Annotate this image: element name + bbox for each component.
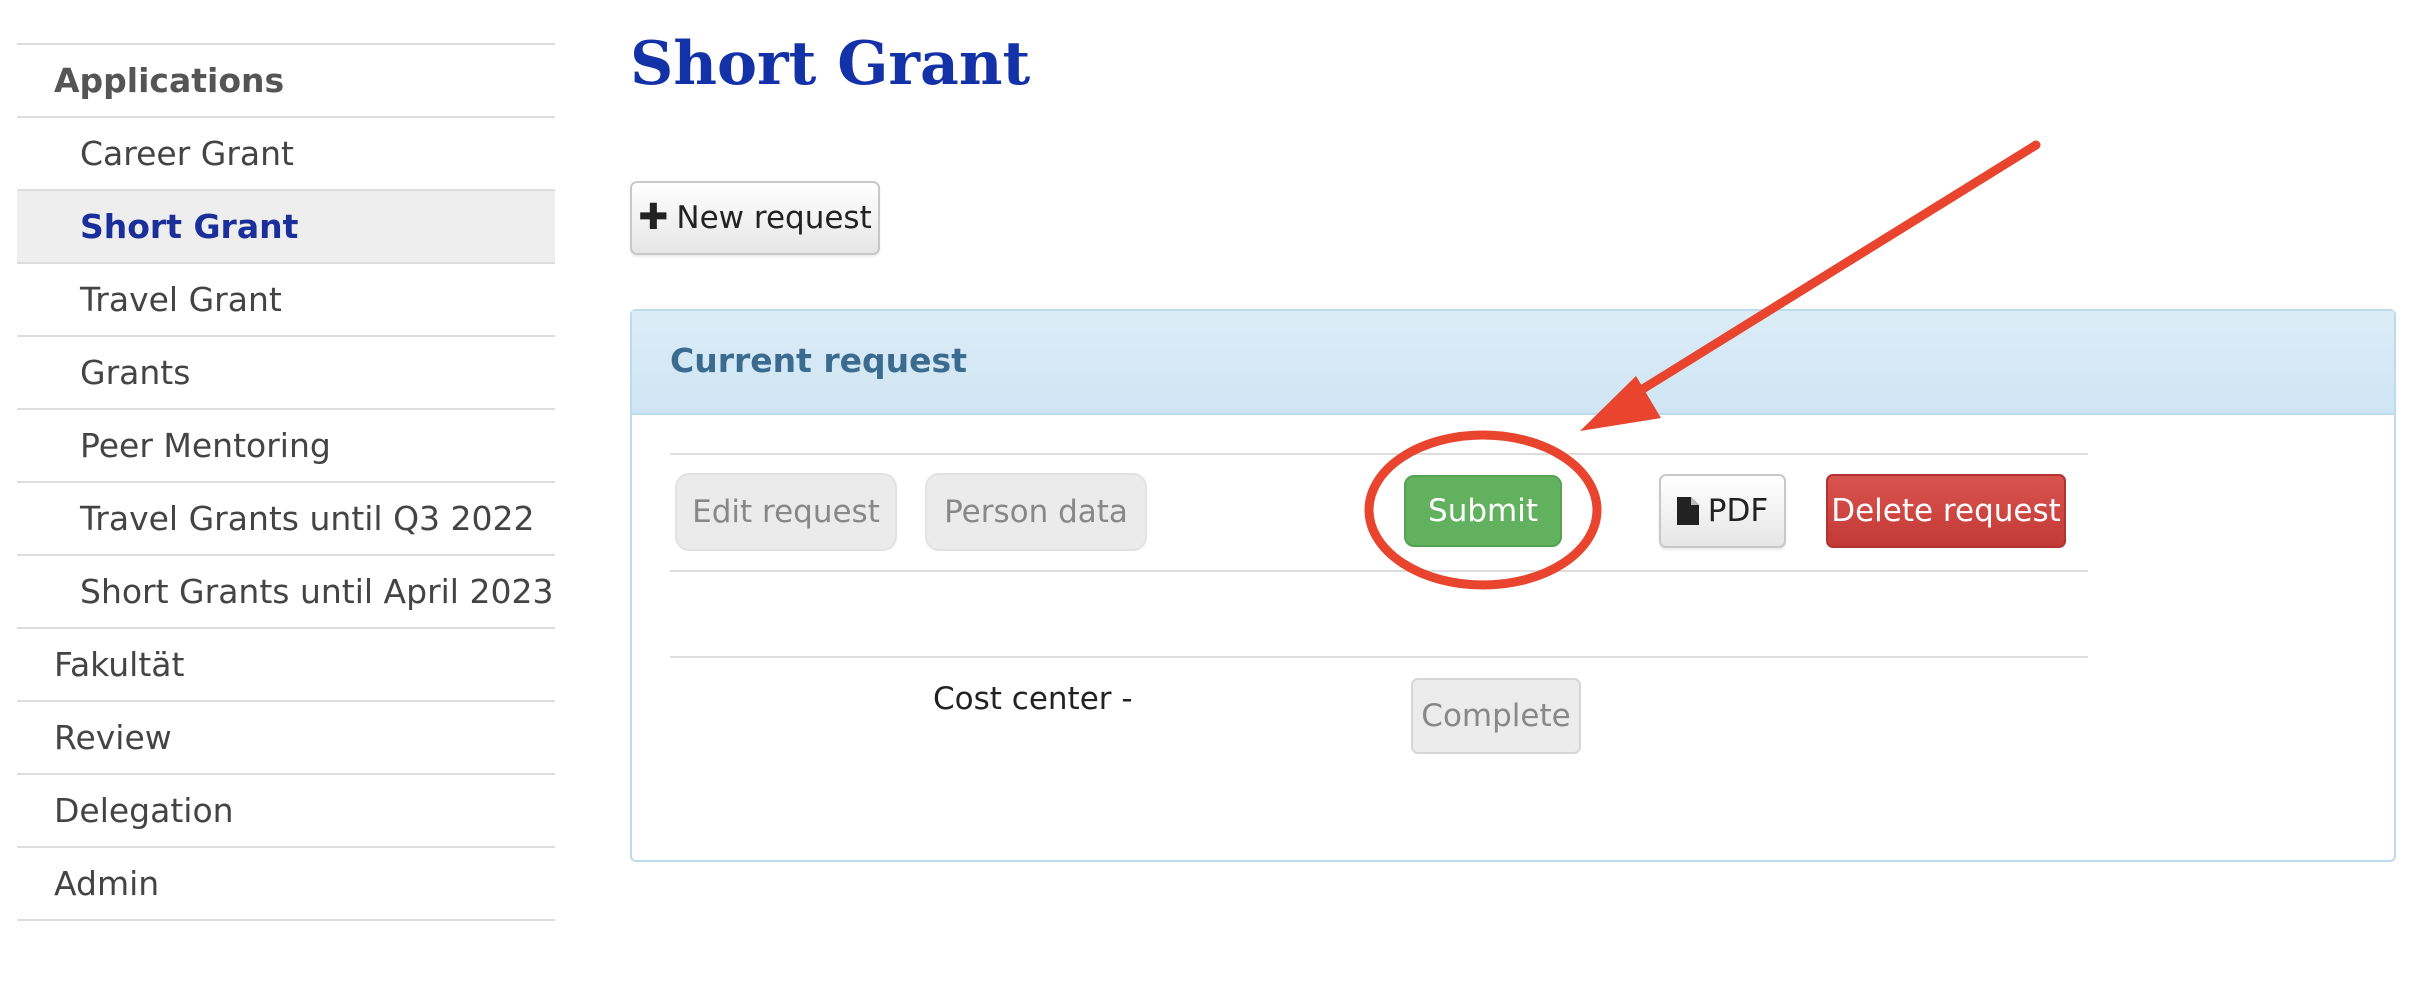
divider [670, 453, 2088, 455]
sidebar-item-travel-grant[interactable]: Travel Grant [17, 264, 555, 337]
current-request-panel: Current request Edit request Person data… [630, 309, 2396, 862]
pdf-label: PDF [1707, 493, 1769, 529]
new-request-button[interactable]: ✚ New request [630, 181, 880, 255]
pdf-button[interactable]: PDF [1659, 474, 1786, 548]
sidebar-item-delegation[interactable]: Delegation [17, 775, 555, 848]
divider [670, 570, 2088, 572]
sidebar-item-review[interactable]: Review [17, 702, 555, 775]
sidebar-item-career-grant[interactable]: Career Grant [17, 118, 555, 191]
plus-icon: ✚ [638, 197, 669, 238]
edit-request-button[interactable]: Edit request [675, 473, 897, 551]
file-icon [1676, 497, 1699, 525]
new-request-label: New request [676, 200, 872, 236]
page-title: Short Grant [630, 29, 1031, 99]
sidebar-item-grants[interactable]: Grants [17, 337, 555, 410]
sidebar-nav: Applications Career Grant Short Grant Tr… [17, 43, 555, 921]
sidebar-item-short-grant[interactable]: Short Grant [17, 191, 555, 264]
complete-button[interactable]: Complete [1411, 678, 1581, 754]
sidebar-item-short-grants-april-2023[interactable]: Short Grants until April 2023 [17, 556, 555, 629]
divider [670, 656, 2088, 658]
delete-request-button[interactable]: Delete request [1826, 474, 2066, 548]
panel-title: Current request [670, 341, 967, 380]
sidebar-item-peer-mentoring[interactable]: Peer Mentoring [17, 410, 555, 483]
submit-button[interactable]: Submit [1404, 475, 1562, 547]
sidebar-item-travel-grants-q3-2022[interactable]: Travel Grants until Q3 2022 [17, 483, 555, 556]
panel-heading: Current request [632, 311, 2394, 415]
cost-center-label: Cost center - [933, 681, 1133, 717]
sidebar-item-fakultaet[interactable]: Fakultät [17, 629, 555, 702]
person-data-button[interactable]: Person data [925, 473, 1147, 551]
sidebar-heading-applications: Applications [17, 45, 555, 118]
sidebar-item-admin[interactable]: Admin [17, 848, 555, 921]
